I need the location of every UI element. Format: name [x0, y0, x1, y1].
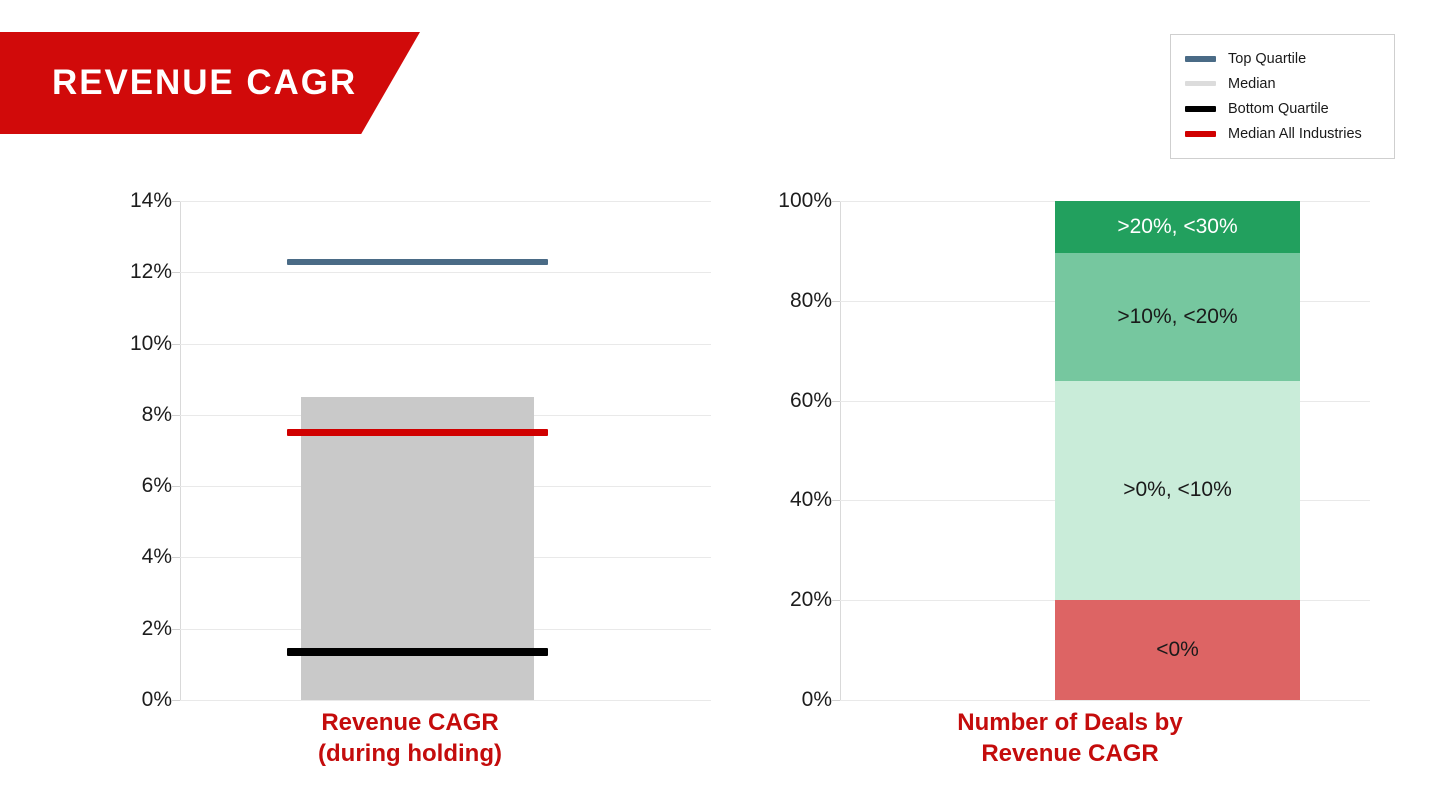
gridline	[180, 201, 711, 202]
x-axis-title-line: (during holding)	[318, 739, 502, 767]
marker-median-all-industries	[287, 429, 548, 437]
y-axis-tick	[832, 500, 840, 502]
title-banner: REVENUE CAGR	[0, 32, 420, 134]
chart-legend: Top Quartile Median Bottom Quartile Medi…	[1170, 34, 1395, 159]
gridline	[180, 343, 711, 345]
x-axis-title-line: Revenue CAGR	[321, 709, 499, 736]
page-title: REVENUE CAGR	[52, 63, 358, 102]
marker-top-quartile	[287, 258, 548, 265]
y-axis-tick-label: 8%	[141, 402, 172, 426]
y-axis-tick	[832, 400, 840, 402]
segment-label: >0%, <10%	[1123, 478, 1232, 502]
legend-item-bottom-quartile: Bottom Quartile	[1185, 96, 1380, 121]
y-axis-line-right	[840, 201, 841, 700]
x-axis-title-left: Revenue CAGR (during holding)	[100, 708, 720, 769]
plot-area-right: <0% >0%, <10% >10%, <20% >20%, <30%	[832, 201, 1370, 701]
legend-label-top-quartile: Top Quartile	[1228, 50, 1307, 67]
y-axis-tick	[172, 414, 180, 416]
y-axis-tick	[832, 600, 840, 602]
legend-swatch-median	[1185, 81, 1216, 86]
y-axis-tick	[172, 700, 180, 701]
chart-number-of-deals-by-revenue-cagr: 0% 20% 40% 60% 80% 100% <0% >0%, <10% >10%, <20…	[760, 186, 1380, 767]
legend-label-median: Median	[1228, 75, 1276, 92]
y-axis-tick-label: 2%	[141, 616, 172, 640]
y-axis-labels-right: 0% 20% 40% 60% 80% 100%	[760, 189, 832, 711]
x-axis-title-line: Revenue CAGR	[981, 739, 1159, 767]
y-axis-tick-label: 6%	[141, 474, 172, 498]
y-axis-tick-label: 40%	[789, 488, 832, 512]
y-axis-tick	[172, 628, 180, 630]
stacked-segment: >20%, <30%	[1055, 201, 1300, 253]
gridline	[840, 700, 1370, 701]
legend-swatch-bottom-quartile	[1185, 105, 1216, 112]
y-axis-tick-label: 100%	[778, 189, 832, 212]
marker-bottom-quartile	[287, 647, 548, 656]
y-axis-tick	[172, 272, 180, 274]
segment-label: >20%, <30%	[1117, 214, 1238, 238]
legend-item-median: Median	[1185, 71, 1380, 96]
y-axis-tick-label: 14%	[129, 189, 172, 212]
y-axis-tick	[832, 201, 840, 202]
stacked-segment: >0%, <10%	[1055, 380, 1300, 601]
x-axis-title-right: Number of Deals by Revenue CAGR	[760, 708, 1380, 769]
gridline	[180, 700, 711, 701]
stacked-segment: <0%	[1055, 600, 1300, 700]
y-axis-tick-label: 4%	[141, 545, 172, 569]
legend-item-median-all-industries: Median All Industries	[1185, 121, 1380, 146]
chart-revenue-cagr-quartiles: 0% 2% 4% 6% 8% 10% 12% 14% Revenue CAGR (during …	[100, 186, 720, 767]
y-axis-tick	[172, 557, 180, 559]
legend-label-bottom-quartile: Bottom Quartile	[1228, 100, 1329, 117]
y-axis-tick	[172, 486, 180, 488]
y-axis-line-left	[180, 201, 181, 700]
x-axis-title-line: Number of Deals by	[957, 709, 1183, 736]
stacked-segment: >10%, <20%	[1055, 252, 1300, 381]
y-axis-tick	[172, 343, 180, 345]
legend-swatch-top-quartile	[1185, 55, 1216, 62]
gridline	[180, 272, 711, 274]
y-axis-tick-label: 60%	[789, 388, 832, 412]
y-axis-labels-left: 0% 2% 4% 6% 8% 10% 12% 14%	[100, 189, 172, 711]
segment-label: >10%, <20%	[1117, 304, 1238, 328]
legend-item-top-quartile: Top Quartile	[1185, 46, 1380, 71]
y-axis-tick-label: 20%	[789, 588, 832, 612]
y-axis-tick-label: 10%	[129, 331, 172, 355]
y-axis-tick-label: 12%	[129, 260, 172, 284]
y-axis-tick-label: 80%	[789, 288, 832, 312]
y-axis-tick	[832, 300, 840, 302]
slide-canvas: REVENUE CAGR Top Quartile Median Bottom …	[0, 0, 1440, 810]
plot-area-left	[172, 201, 711, 701]
legend-label-median-all-industries: Median All Industries	[1228, 125, 1362, 142]
y-axis-tick	[172, 201, 180, 202]
y-axis-tick	[832, 700, 840, 701]
legend-swatch-median-all-industries	[1185, 130, 1216, 137]
segment-label: <0%	[1156, 638, 1199, 662]
